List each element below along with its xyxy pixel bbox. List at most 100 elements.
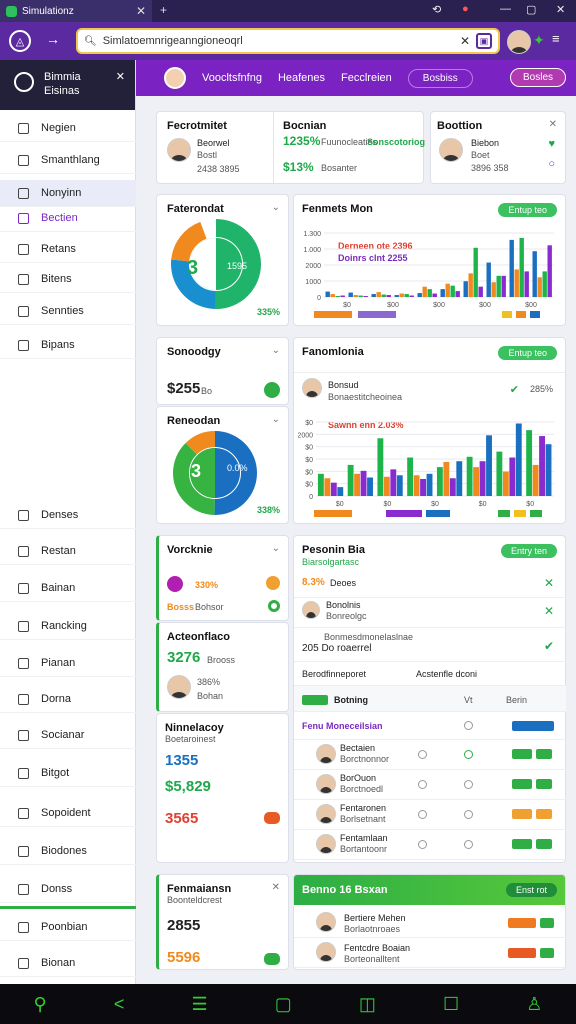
close-card-icon[interactable]: ✕ bbox=[549, 119, 557, 130]
bar[interactable] bbox=[436, 467, 443, 496]
url-field[interactable]: 🔍︎ ✕ ▣ bbox=[76, 28, 500, 54]
row-radio[interactable] bbox=[418, 780, 427, 789]
table-link-row[interactable]: Fenu Moneceilsian bbox=[294, 712, 566, 740]
bar[interactable] bbox=[413, 475, 420, 496]
heart-icon[interactable]: ♥ bbox=[548, 138, 555, 150]
bar[interactable] bbox=[422, 286, 427, 297]
row-radio[interactable] bbox=[464, 810, 473, 819]
sidebar-item[interactable]: Bitens bbox=[0, 266, 136, 293]
bar[interactable] bbox=[360, 470, 367, 496]
header-pill[interactable]: Bosbiss bbox=[407, 68, 473, 88]
sidebar-item[interactable]: Bipans bbox=[0, 332, 136, 359]
recents-icon[interactable]: ☐ bbox=[443, 994, 459, 1015]
row-chip[interactable] bbox=[508, 918, 536, 928]
row-radio[interactable] bbox=[418, 810, 427, 819]
chevron-down-icon[interactable]: ⌄ bbox=[272, 414, 280, 425]
header-button[interactable]: Bosles bbox=[509, 68, 566, 87]
sidebar-item[interactable]: Bainan bbox=[0, 575, 136, 602]
bookmark-icon[interactable]: ▣ bbox=[476, 33, 492, 49]
sidebar-item[interactable]: Dorna bbox=[0, 686, 136, 713]
browser-tab[interactable]: Simulationz ✕ bbox=[0, 0, 152, 22]
bar[interactable] bbox=[509, 239, 514, 297]
bar[interactable] bbox=[386, 295, 391, 297]
sidebar-item[interactable]: Retans bbox=[0, 236, 136, 263]
row-chip[interactable] bbox=[512, 839, 532, 849]
refresh-icon[interactable]: ⟲ bbox=[432, 3, 441, 16]
bar[interactable] bbox=[519, 237, 524, 297]
bar[interactable] bbox=[394, 295, 399, 297]
bar[interactable] bbox=[443, 461, 450, 496]
close-card-icon[interactable]: ✕ bbox=[272, 882, 280, 893]
table-row[interactable]: BorOuon Borctnoedl bbox=[294, 770, 566, 800]
bar[interactable] bbox=[409, 295, 414, 297]
bar[interactable] bbox=[466, 456, 473, 496]
row-chip[interactable] bbox=[512, 749, 532, 759]
bar[interactable] bbox=[479, 461, 486, 496]
row-chip[interactable] bbox=[508, 948, 536, 958]
table-row[interactable]: Fentcdre Boaian Borteonalltent bbox=[294, 938, 566, 968]
list-icon[interactable]: ☰ bbox=[191, 994, 207, 1015]
bar[interactable] bbox=[367, 477, 373, 497]
bar[interactable] bbox=[450, 285, 455, 297]
bar[interactable] bbox=[449, 478, 456, 496]
panel-action-button[interactable]: Entry ten bbox=[500, 544, 557, 558]
chevron-down-icon[interactable]: ⌄ bbox=[272, 543, 280, 554]
row-chip[interactable] bbox=[512, 779, 532, 789]
bar[interactable] bbox=[420, 478, 426, 496]
bar[interactable] bbox=[473, 467, 480, 496]
new-tab-icon[interactable]: + bbox=[160, 3, 167, 17]
bar[interactable] bbox=[325, 291, 330, 297]
back-icon[interactable]: < bbox=[114, 994, 125, 1015]
minimize-icon[interactable]: — bbox=[500, 3, 511, 15]
bar[interactable] bbox=[515, 423, 522, 496]
bar[interactable] bbox=[463, 281, 468, 297]
header-nav-2[interactable]: Fecclreien bbox=[341, 72, 392, 84]
bar[interactable] bbox=[348, 292, 353, 297]
row-radio[interactable] bbox=[464, 721, 473, 730]
table-row[interactable]: Bectaien Borctnonnor bbox=[294, 740, 566, 770]
menu-icon[interactable]: ≡ bbox=[552, 31, 560, 46]
restore-icon[interactable]: ▢ bbox=[526, 3, 536, 16]
forward-icon[interactable]: → bbox=[46, 31, 60, 47]
row-radio[interactable] bbox=[464, 750, 473, 759]
bar[interactable] bbox=[399, 293, 404, 297]
row-chip[interactable] bbox=[540, 948, 554, 958]
close-window-icon[interactable]: ✕ bbox=[556, 3, 565, 16]
row-radio[interactable] bbox=[464, 840, 473, 849]
bar[interactable] bbox=[407, 457, 414, 496]
bar[interactable] bbox=[537, 277, 542, 297]
sidebar-item[interactable]: Nonyinn bbox=[0, 180, 136, 207]
bar[interactable] bbox=[376, 292, 381, 297]
bar[interactable] bbox=[532, 464, 539, 496]
bar[interactable] bbox=[445, 283, 450, 297]
header-user[interactable]: Voocltsfnfng bbox=[202, 72, 262, 84]
user-avatar[interactable] bbox=[164, 67, 186, 89]
profile-avatar[interactable] bbox=[507, 30, 531, 54]
bar[interactable] bbox=[532, 251, 537, 297]
sidebar-item[interactable]: Pianan bbox=[0, 650, 136, 677]
bar[interactable] bbox=[486, 262, 491, 297]
header-nav-1[interactable]: Heafenes bbox=[278, 72, 325, 84]
chevron-down-icon[interactable]: ⌄ bbox=[272, 202, 280, 213]
bar[interactable] bbox=[473, 247, 478, 297]
bar[interactable] bbox=[335, 296, 340, 297]
clear-url-icon[interactable]: ✕ bbox=[460, 34, 470, 48]
bar[interactable] bbox=[496, 451, 503, 496]
close-tab-icon[interactable]: ✕ bbox=[136, 4, 146, 18]
bar[interactable] bbox=[330, 482, 337, 496]
sidebar-item[interactable]: Sopoident bbox=[0, 800, 136, 827]
bar[interactable] bbox=[547, 245, 552, 297]
table-link[interactable]: Fenu Moneceilsian bbox=[302, 721, 383, 731]
row-radio[interactable] bbox=[464, 780, 473, 789]
bar[interactable] bbox=[354, 473, 361, 496]
bar[interactable] bbox=[337, 487, 344, 496]
bar[interactable] bbox=[432, 293, 437, 297]
bar[interactable] bbox=[455, 291, 460, 297]
chart-action-button[interactable]: Entup teo bbox=[498, 346, 557, 360]
bar[interactable] bbox=[514, 269, 519, 297]
bar[interactable] bbox=[383, 476, 390, 496]
sidebar-item[interactable]: Bitgot bbox=[0, 760, 136, 787]
chart-action-button[interactable]: Entup teo bbox=[498, 203, 557, 217]
bar[interactable] bbox=[468, 273, 473, 297]
sidebar-item[interactable]: Negien bbox=[0, 115, 136, 142]
